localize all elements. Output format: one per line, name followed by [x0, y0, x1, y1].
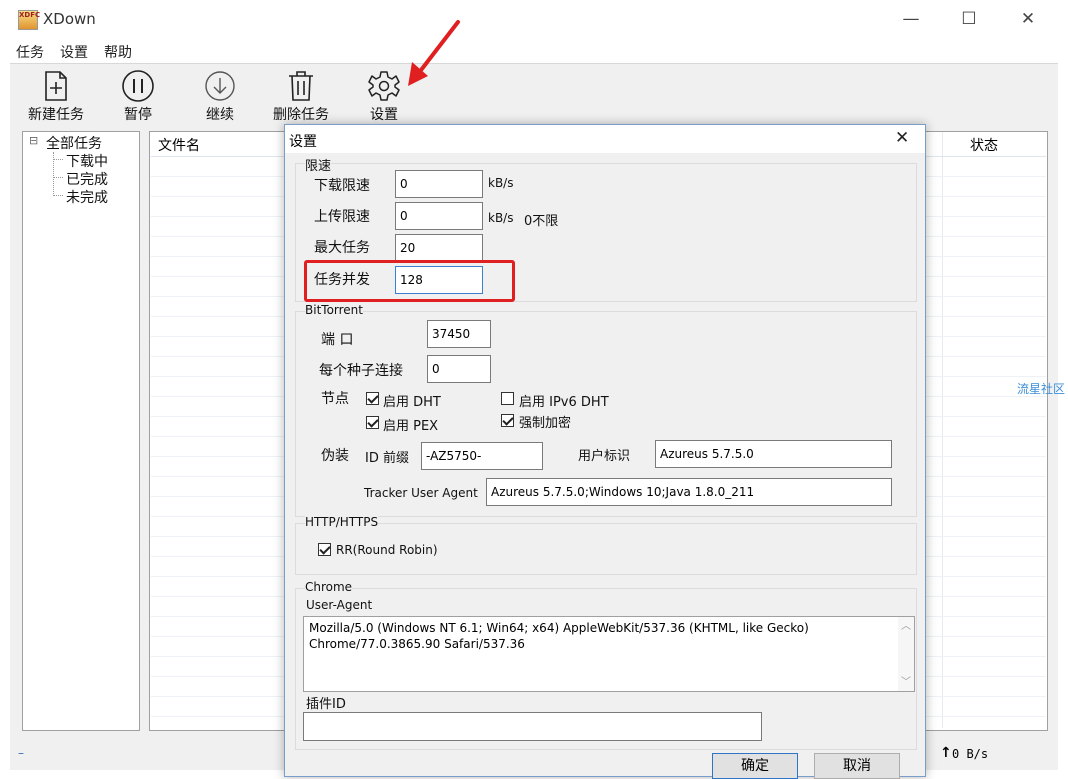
trash-icon: [289, 71, 313, 101]
settings-dialog: 设置 ✕ 限速 下载限速 kB/s 上传限速 kB/s 0不限 最大任务 任务并…: [284, 124, 926, 779]
pause-label: 暂停: [124, 107, 152, 123]
new-task-label: 新建任务: [28, 107, 84, 123]
disguise-label: 伪装: [321, 448, 349, 464]
bittorrent-group-title: BitTorrent: [305, 303, 363, 317]
user-agent-textarea[interactable]: Mozilla/5.0 (Windows NT 6.1; Win64; x64)…: [303, 616, 915, 692]
http-group-title: HTTP/HTTPS: [305, 515, 379, 529]
settings-label: 设置: [370, 107, 398, 123]
force-encrypt-label: 强制加密: [519, 416, 572, 431]
tree-collapse-icon[interactable]: ⊟: [29, 134, 38, 147]
connections-per-torrent-label: 每个种子连接: [319, 363, 403, 379]
download-limit-input[interactable]: [395, 170, 483, 198]
tree-item-completed[interactable]: 已完成: [66, 169, 108, 189]
user-agent-scrollbar[interactable]: ︿ ﹀: [898, 617, 914, 691]
scroll-up-icon[interactable]: ︿: [901, 619, 911, 635]
scroll-down-icon[interactable]: ﹀: [901, 675, 911, 691]
pause-icon: [122, 70, 154, 102]
menu-task[interactable]: 任务: [16, 42, 44, 62]
delete-task-label: 删除任务: [273, 107, 329, 123]
max-tasks-label: 最大任务: [314, 240, 370, 256]
connections-per-torrent-input[interactable]: [427, 355, 491, 383]
dialog-close-button[interactable]: ✕: [895, 128, 909, 148]
round-robin-label: RR(Round Robin): [336, 543, 438, 557]
minimize-button[interactable]: —: [898, 8, 924, 30]
user-agent-line-1: Mozilla/5.0 (Windows NT 6.1; Win64; x64)…: [309, 621, 809, 635]
node-label: 节点: [321, 391, 349, 407]
status-left: –: [18, 746, 24, 760]
enable-pex-label: 启用 PEX: [383, 419, 439, 434]
gear-icon: [368, 71, 400, 101]
tracker-user-agent-label: Tracker User Agent: [364, 486, 478, 500]
menu-bar: 任务 设置 帮助: [0, 38, 1060, 62]
tree-item-all[interactable]: 全部任务: [46, 133, 102, 153]
tree-line: [53, 159, 63, 160]
tracker-user-agent-input[interactable]: [486, 478, 892, 506]
upload-limit-unit: kB/s: [488, 211, 514, 225]
user-agent-label: User-Agent: [306, 598, 373, 612]
menu-help[interactable]: 帮助: [104, 42, 132, 62]
app-logo: XDFC: [18, 10, 40, 30]
tree-line: [53, 195, 63, 196]
dialog-title-bar: 设置 ✕: [285, 125, 925, 153]
maximize-button[interactable]: ☐: [956, 8, 982, 30]
download-limit-unit: kB/s: [488, 176, 514, 190]
round-robin-checkbox[interactable]: [318, 543, 331, 556]
dialog-title: 设置: [289, 134, 317, 150]
close-button[interactable]: ✕: [1015, 8, 1041, 30]
id-prefix-label: ID 前缀: [365, 451, 409, 466]
enable-dht-label: 启用 DHT: [383, 395, 441, 410]
upload-speed: 0 B/s: [952, 747, 989, 761]
upload-limit-label: 上传限速: [314, 209, 370, 225]
user-id-input[interactable]: [655, 440, 892, 468]
user-agent-line-2: Chrome/77.0.3865.90 Safari/537.36: [309, 637, 525, 651]
watermark: 流星社区: [1017, 382, 1066, 396]
port-label: 端 口: [321, 332, 354, 348]
download-limit-label: 下载限速: [314, 178, 370, 194]
port-input[interactable]: [427, 320, 491, 348]
user-id-label: 用户标识: [578, 449, 631, 464]
menu-settings[interactable]: 设置: [60, 42, 88, 62]
speed-limit-group-title: 限速: [305, 155, 332, 174]
task-tree: ⊟ 全部任务 下载中 已完成 未完成: [22, 131, 140, 731]
red-arrow-annotation: [408, 20, 460, 86]
cancel-button[interactable]: 取消: [814, 753, 900, 779]
column-header-status[interactable]: 状态: [970, 135, 998, 155]
column-divider: [942, 132, 943, 728]
tree-item-downloading[interactable]: 下载中: [66, 151, 108, 171]
window-title: XDown: [43, 10, 96, 28]
plugin-id-input[interactable]: [303, 712, 762, 741]
enable-dht-checkbox[interactable]: [366, 392, 379, 405]
title-bar: XDFC XDown — ☐ ✕: [0, 0, 1060, 38]
force-encrypt-checkbox[interactable]: [501, 414, 514, 427]
column-header-filename[interactable]: 文件名: [158, 135, 200, 155]
id-prefix-input[interactable]: [421, 442, 543, 470]
ok-button[interactable]: 确定: [712, 753, 798, 779]
new-task-button[interactable]: 新建任务: [21, 66, 91, 124]
tree-line: [53, 177, 63, 178]
enable-ipv6-dht-label: 启用 IPv6 DHT: [519, 395, 609, 410]
pause-button[interactable]: 暂停: [103, 66, 173, 124]
enable-ipv6-dht-checkbox[interactable]: [501, 392, 514, 405]
upload-limit-input[interactable]: [395, 202, 483, 230]
delete-task-button[interactable]: 删除任务: [266, 66, 336, 124]
resume-label: 继续: [206, 107, 234, 123]
highlight-annotation-box: [304, 260, 515, 302]
max-tasks-input[interactable]: [395, 234, 483, 262]
enable-pex-checkbox[interactable]: [366, 416, 379, 429]
chrome-group-title: Chrome: [305, 580, 353, 594]
plugin-id-label: 插件ID: [306, 697, 346, 712]
download-arrow-icon: [205, 71, 235, 101]
toolbar: 新建任务 暂停 继续 删除任务 设置: [10, 63, 1058, 127]
upload-arrow-icon: ↑: [940, 745, 952, 761]
unlimited-hint: 0不限: [524, 214, 559, 229]
resume-button[interactable]: 继续: [185, 66, 255, 124]
tree-item-incomplete[interactable]: 未完成: [66, 187, 108, 207]
new-file-icon: [45, 71, 67, 101]
